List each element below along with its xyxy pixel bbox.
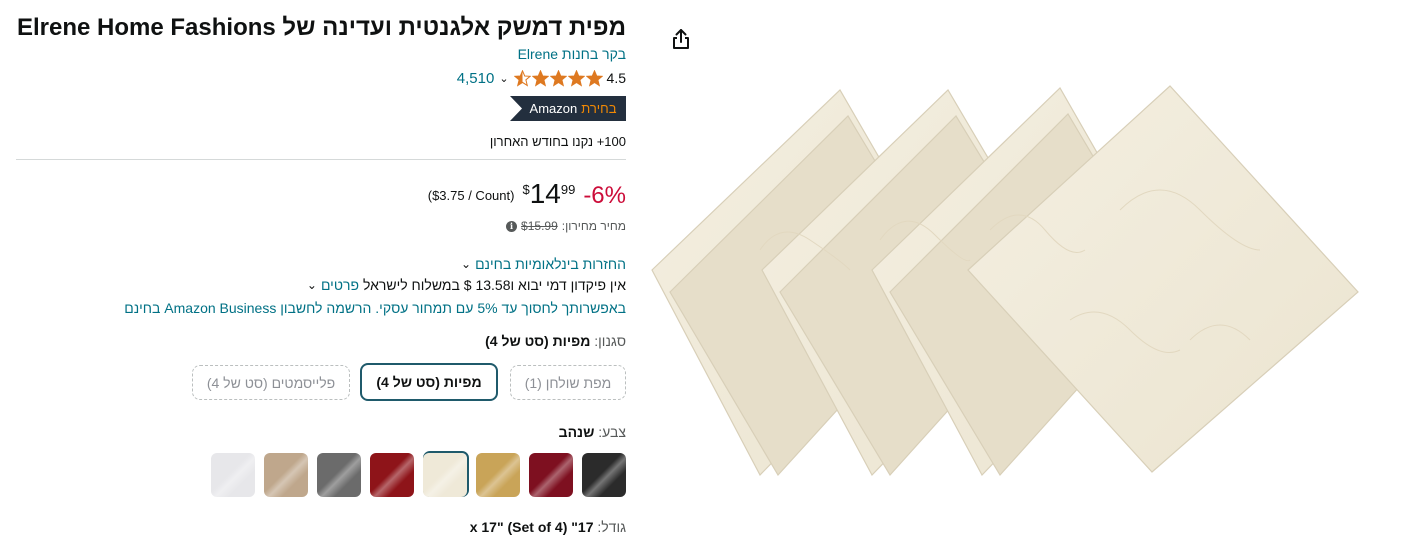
style-option-tablecloth[interactable]: מפת שולחן (1) [510,365,626,400]
list-price-label: מחיר מחירון: [561,219,626,233]
price-row: -6% $ 14 99 ($3.75 / Count) [428,178,626,214]
chevron-down-icon[interactable]: ⌄ [499,72,508,85]
amazons-choice-badge[interactable]: בחירת Amazon [510,96,626,121]
price-whole: 14 [529,178,561,209]
style-label-text: סגנון: [594,333,626,349]
color-swatch[interactable] [317,453,361,497]
star-icon [567,69,585,87]
price: $ 14 99 [522,178,575,210]
rating-stars[interactable] [513,69,603,87]
unit-price: ($3.75 / Count) [427,188,515,203]
style-selected-value: מפיות (סט של 4) [485,333,591,349]
color-swatch[interactable] [529,453,573,497]
rating-count-link[interactable]: 4,510 [457,70,495,87]
color-swatch[interactable] [423,453,467,497]
product-image[interactable] [650,80,1360,490]
import-details-link[interactable]: פרטים [321,277,359,293]
color-swatch[interactable] [211,453,255,497]
divider [16,159,626,160]
star-icon [549,69,567,87]
size-selected-value: 17" x 17" (Set of 4) [469,519,594,535]
store-link[interactable]: בקר בחנות Elrene [518,46,626,62]
star-icon [585,69,603,87]
color-swatch[interactable] [582,453,626,497]
info-icon[interactable]: i [506,220,518,232]
share-icon[interactable] [669,27,693,51]
star-icon [513,69,531,87]
size-label-text: גודל: [597,519,626,535]
product-title: מפית דמשק אלגנטית ועדינה של Elrene Home … [17,14,626,41]
size-label: גודל: 17" x 17" (Set of 4) [470,519,626,535]
chevron-down-icon[interactable]: ⌄ [307,278,317,292]
discount-percent: -6% [583,182,626,209]
star-icon [531,69,549,87]
list-price: $15.99 [521,219,558,233]
import-fees-text: אין פיקדון דמי יבוא ו‎$ 13.58 במשלוח ליש… [362,277,626,293]
chevron-down-icon: ⌄ [461,257,472,271]
price-currency: $ [522,182,530,197]
color-swatch[interactable] [476,453,520,497]
badge-amazon-text: Amazon [529,101,578,116]
color-swatch[interactable] [370,453,414,497]
color-swatch[interactable] [264,453,308,497]
color-label: צבע: שנהב [559,424,626,440]
list-price-row: מחיר מחירון: $15.99 i [506,219,626,233]
returns-text: החזרות בינלאומיות בחינם [475,256,626,272]
returns-link[interactable]: החזרות בינלאומיות בחינם ⌄ [461,256,626,272]
style-option-placemats[interactable]: פלייסמטים (סט של 4) [192,365,350,400]
business-pricing-link[interactable]: באפשרותך לחסוך עד 5% עם תמחור עסקי. הרשמ… [124,300,626,316]
rating-score: 4.5 [606,70,626,86]
rating-row: 4.5 ⌄ 4,510 [457,68,626,88]
style-option-napkins[interactable]: מפיות (סט של 4) [360,363,498,401]
price-fraction: 99 [560,182,576,197]
badge-choice-text: בחירת [581,101,617,116]
style-label: סגנון: מפיות (סט של 4) [485,333,626,349]
color-selected-value: שנהב [558,424,595,440]
import-fees-row: אין פיקדון דמי יבוא ו‎$ 13.58 במשלוח ליש… [307,277,626,293]
bought-recently: 100+ נקנו בחודש האחרון [489,134,626,149]
color-label-text: צבע: [598,424,626,440]
